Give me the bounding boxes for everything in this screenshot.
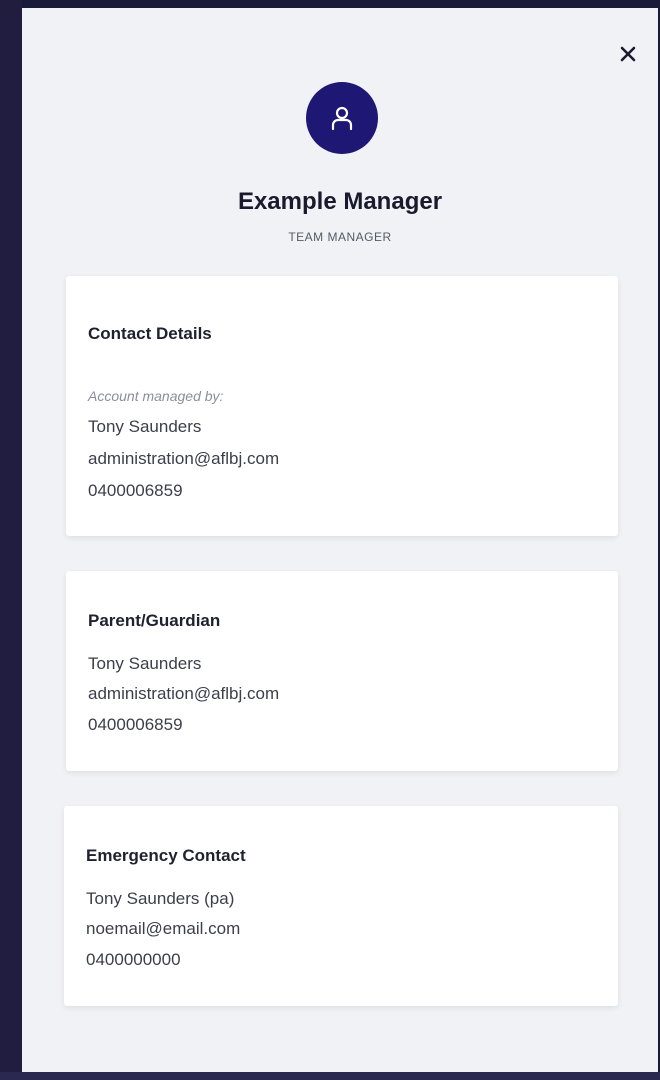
contact-name: Tony Saunders	[88, 417, 202, 436]
emergency-name: Tony Saunders (pa)	[86, 889, 235, 908]
contact-modal: Example Manager TEAM MANAGER Contact Det…	[22, 8, 658, 1072]
guardian-email[interactable]: administration@aflbj.com	[88, 685, 279, 702]
contact-details-card: Contact Details Account managed by: Tony…	[66, 276, 618, 536]
user-icon	[331, 106, 353, 131]
modal-backdrop: Example Manager TEAM MANAGER Contact Det…	[0, 0, 660, 1080]
account-managed-by-label: Account managed by:	[88, 388, 224, 404]
profile-name: Example Manager	[237, 188, 443, 215]
guardian-phone[interactable]: 0400006859	[88, 716, 183, 733]
close-button[interactable]	[616, 42, 640, 66]
card-title: Emergency Contact	[86, 846, 246, 865]
contact-phone[interactable]: 0400006859	[88, 482, 183, 499]
card-title: Contact Details	[88, 324, 212, 343]
contact-email[interactable]: administration@aflbj.com	[88, 450, 279, 467]
parent-guardian-card: Parent/Guardian Tony Saunders administra…	[66, 571, 618, 771]
card-title: Parent/Guardian	[88, 611, 221, 630]
backdrop-bottom-strip	[0, 1072, 660, 1080]
avatar	[306, 82, 378, 154]
backdrop-left-strip	[0, 0, 22, 1080]
emergency-contact-card: Emergency Contact Tony Saunders (pa) noe…	[64, 806, 618, 1006]
profile-role: TEAM MANAGER	[288, 230, 392, 244]
close-icon[interactable]	[616, 42, 640, 66]
guardian-name: Tony Saunders	[88, 654, 202, 673]
emergency-phone[interactable]: 0400000000	[86, 951, 181, 968]
emergency-email[interactable]: noemail@email.com	[86, 920, 240, 937]
